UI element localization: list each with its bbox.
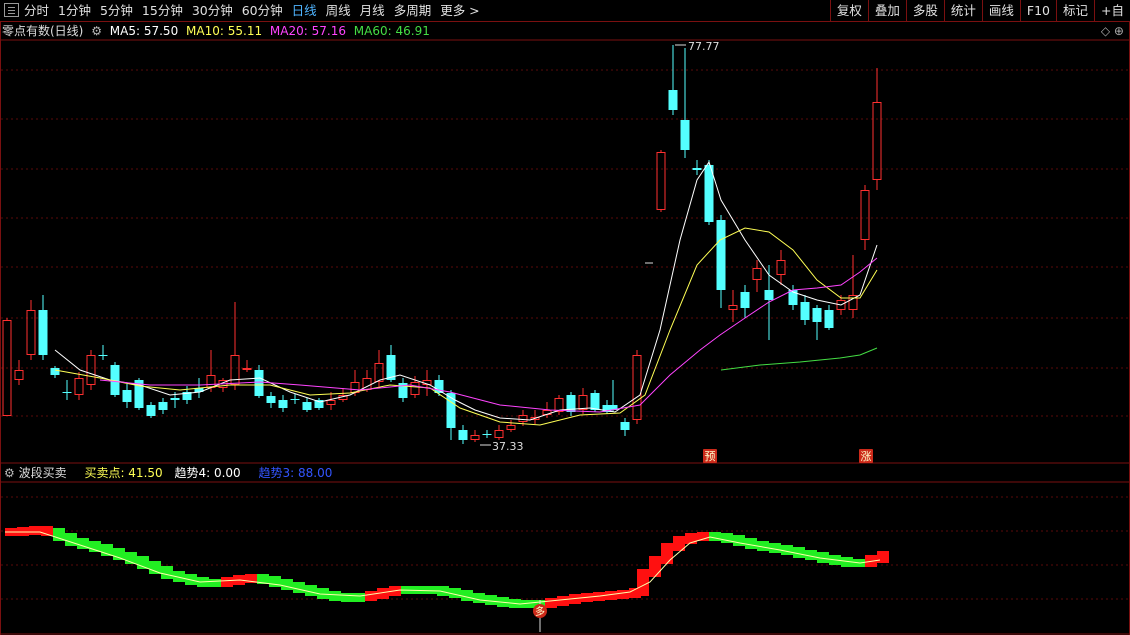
candle-body [680,120,690,150]
trend-bar [649,556,661,577]
trend-bar [473,593,485,603]
trend-bar [545,598,557,608]
candle-body [800,302,810,320]
ma5-line [54,160,878,421]
signal-yu: 预 [705,450,716,463]
trend-bar [745,538,757,549]
candle-body [326,400,336,405]
trend-bar [281,579,293,590]
candle-body [494,430,504,438]
candle-body [692,168,702,170]
candle-body [278,400,288,408]
trend-bar [65,533,77,546]
trend-bar [209,579,221,587]
candle-body [98,355,108,356]
candle-body [716,220,726,290]
ma20-line [99,257,878,413]
indicator-name: 波段买卖 [18,466,67,480]
trend-bar [709,532,721,541]
candle-body [470,435,480,440]
trend-bar [305,585,317,596]
kline-chart[interactable]: 77.77 37.33 预 涨多 [0,0,1130,635]
candle-body [266,396,276,403]
trend-bar [341,593,353,602]
trend3-value: 趋势3: 88.00 [258,466,333,480]
candle-body [38,310,48,355]
ma60-line [720,347,878,371]
candle-body [506,425,516,430]
trend4-value: 趋势4: 0.00 [174,466,241,480]
trend-bar [697,532,709,541]
trend-bar [661,543,673,564]
ma10-line [54,227,878,426]
candle-body [668,90,678,110]
candle-body [824,310,834,328]
candle-body [74,378,84,395]
candle-body [446,393,456,428]
low-price-label: 37.33 [492,440,524,453]
candle-body [374,363,384,382]
candle-body [50,368,60,375]
trend-bar [485,595,497,605]
trend-bar [29,526,41,535]
candle-body [518,415,528,422]
candle-body [764,290,774,300]
signal-duo: 多 [535,605,545,618]
candle-body [482,434,492,435]
candle-body [620,422,630,430]
trend-bar [425,586,437,594]
candle-body [86,355,96,385]
candle-body [728,305,738,310]
candle-body [242,368,252,370]
candle-body [62,392,72,393]
trend-bar [149,561,161,574]
candle-body [146,405,156,416]
lower-indicator-info: ⚙ 波段买卖 买卖点: 41.50 趋势4: 0.00 趋势3: 88.00 [0,464,332,482]
candle-body [410,382,420,395]
trend-bar [877,551,889,563]
trend-bar [557,596,569,606]
candle-body [740,292,750,308]
trend-bar [781,545,793,555]
trend-bar [293,582,305,593]
trend-bar [365,591,377,601]
candle-body [752,268,762,280]
trend-bar [353,593,365,602]
candle-body [254,370,264,396]
trend-bar [329,591,341,601]
candle-body [458,430,468,440]
candle-body [578,395,588,410]
candle-body [590,393,600,410]
candle-body [170,398,180,400]
trend-bar [637,569,649,596]
candle-body [158,402,168,410]
buy-sell-value: 买卖点: 41.50 [84,466,163,480]
trend-bar [733,535,745,546]
candle-body [872,102,882,180]
trend-bar [617,590,629,599]
lower-settings-icon[interactable]: ⚙ [4,466,15,480]
candle-body [860,190,870,240]
candle-body [632,355,642,420]
candle-body [14,370,24,380]
candle-body [656,152,666,210]
candle-body [290,399,300,400]
candle-body [302,402,312,410]
trend-bar [461,590,473,601]
candle-body [26,310,36,355]
candle-body [122,390,132,402]
high-price-label: 77.77 [688,40,720,53]
candle-body [812,308,822,322]
trend-bar [221,577,233,587]
candle-body [206,375,216,388]
trend-bar [161,566,173,579]
signal-zhang: 涨 [861,450,872,463]
